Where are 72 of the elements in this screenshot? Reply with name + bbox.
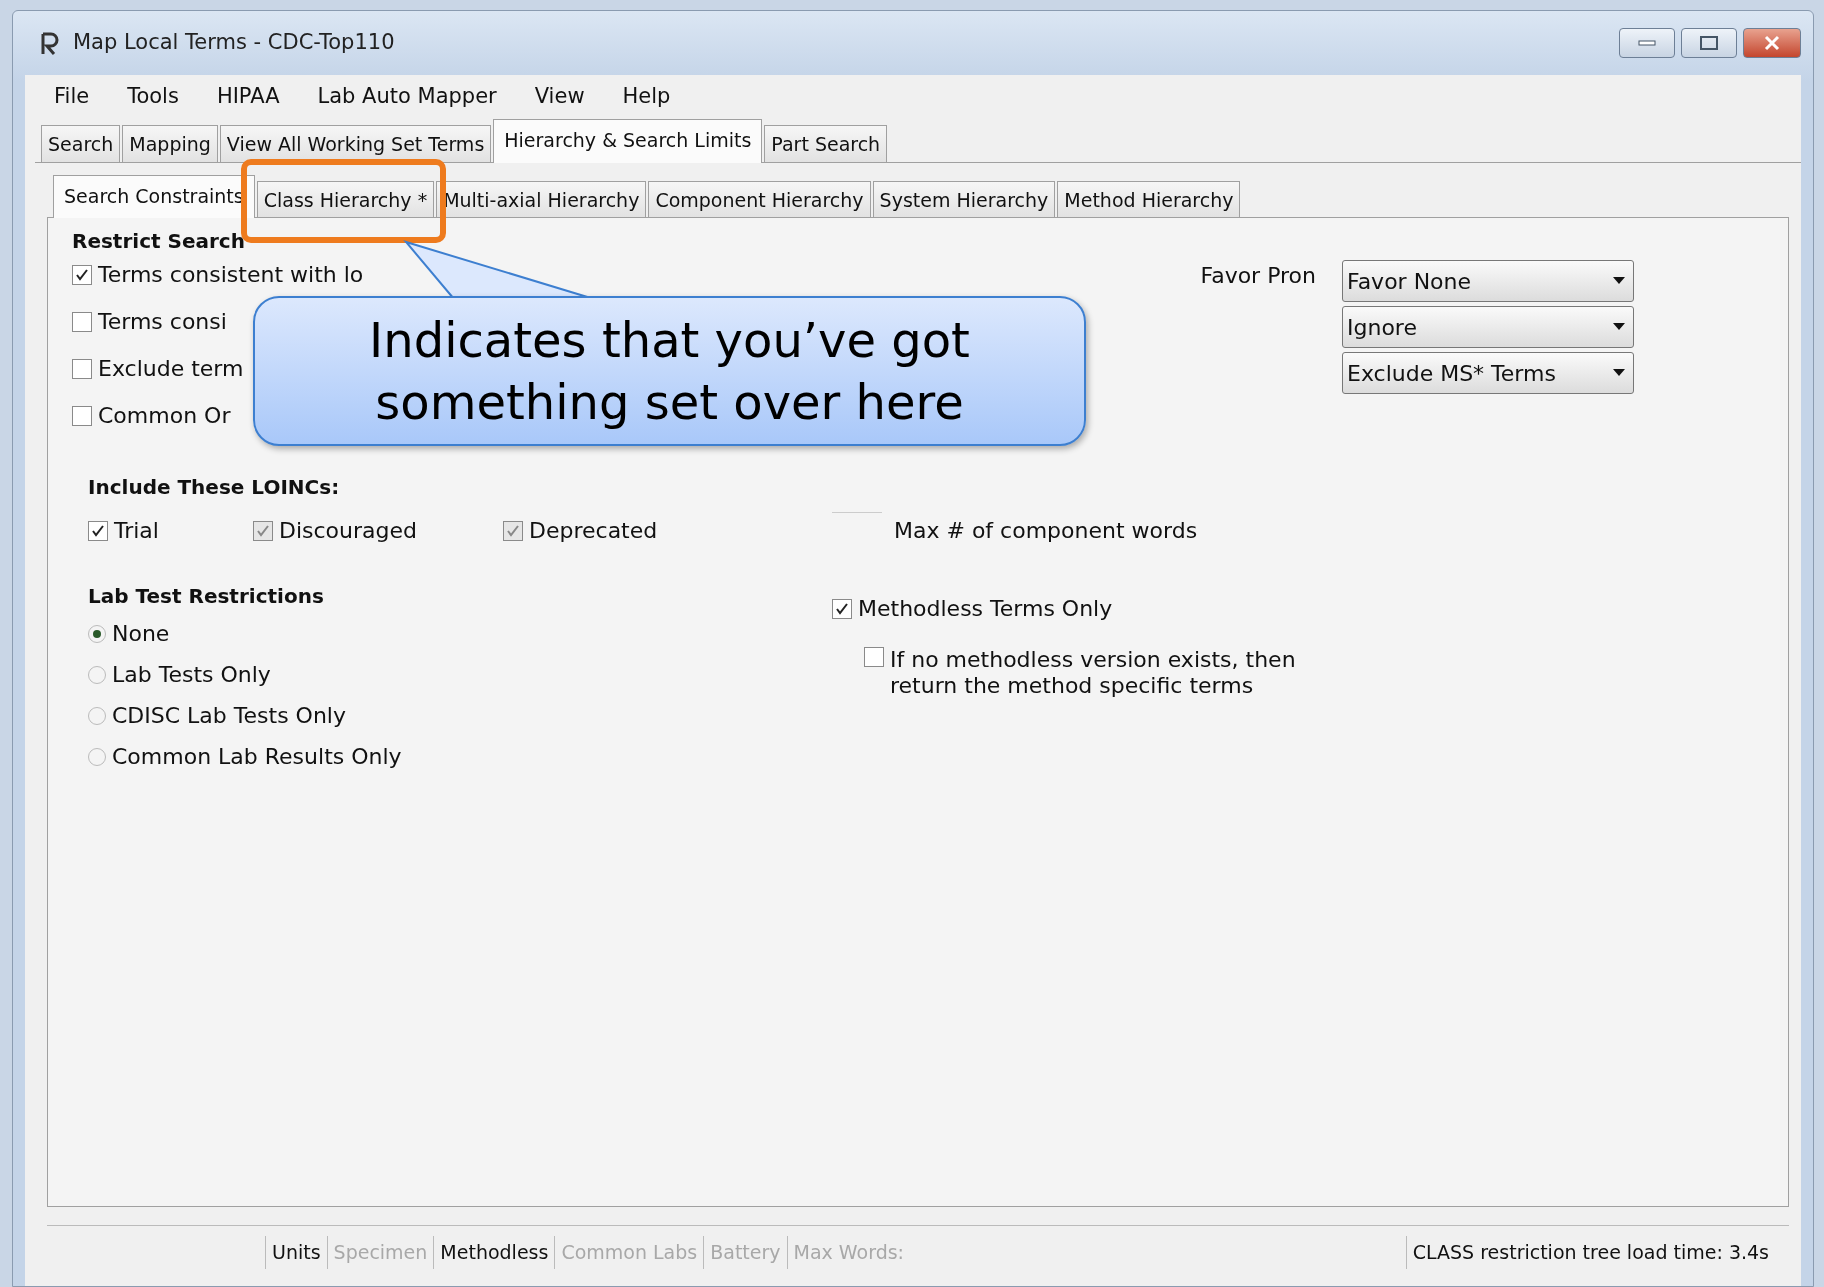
checkbox[interactable] [72, 264, 92, 285]
dropdown-arrow-icon [1613, 277, 1625, 285]
radio-button[interactable] [88, 665, 106, 684]
checkbox[interactable] [88, 520, 108, 541]
radio-label: Common Lab Results Only [112, 743, 402, 771]
tab[interactable]: Class Hierarchy * [256, 180, 435, 217]
status-message: CLASS restriction tree load time: 3.4s [1405, 1236, 1789, 1269]
status-item: Common Labs [554, 1236, 704, 1269]
checkbox-label: Terms consi [98, 308, 227, 336]
minimize-button[interactable] [1619, 28, 1675, 58]
field-label: Favor Pron [1200, 261, 1316, 290]
close-icon [1763, 35, 1781, 51]
checkbox-label: Trial [114, 517, 159, 545]
minimize-icon [1638, 40, 1656, 46]
radio-label: Lab Tests Only [112, 661, 271, 689]
radio-button[interactable] [88, 747, 106, 766]
section-title: Lab Test Restrictions [88, 583, 325, 610]
checkbox[interactable] [72, 311, 92, 332]
checkmark-icon [75, 267, 89, 282]
section-title: Restrict Search [72, 228, 246, 255]
menu-item[interactable]: Lab Auto Mapper [298, 81, 516, 113]
tab[interactable]: Part Search [764, 125, 888, 162]
dropdown-arrow-icon [1613, 323, 1625, 331]
tab[interactable]: Mapping [122, 125, 218, 162]
menu-item[interactable]: Help [603, 81, 690, 113]
radio-button[interactable] [88, 624, 106, 643]
checkbox-label: Terms consistent with lo [98, 261, 364, 289]
tab[interactable]: Component Hierarchy [648, 180, 871, 217]
checkbox[interactable] [72, 405, 92, 426]
checkmark-icon [506, 523, 520, 538]
section-title: Include These LOINCs: [88, 474, 341, 501]
window-title: Map Local Terms - CDC-Top110 [73, 29, 395, 57]
field-label: Max # of component words [894, 516, 1198, 545]
close-button[interactable] [1743, 28, 1801, 58]
menu-item[interactable]: HIPAA [197, 81, 299, 113]
radio-label: CDISC Lab Tests Only [112, 702, 346, 730]
checkmark-icon [256, 523, 270, 538]
tab[interactable]: Method Hierarchy [1057, 180, 1241, 217]
checkmark-icon [835, 601, 849, 616]
tab[interactable]: Hierarchy & Search Limits [493, 119, 763, 163]
checkbox[interactable] [864, 647, 884, 667]
status-item: Units [265, 1236, 327, 1269]
status-item: Max Words: [786, 1236, 910, 1269]
radio-button[interactable] [88, 706, 106, 725]
menu-item[interactable]: Tools [108, 81, 198, 113]
tab[interactable]: System Hierarchy [872, 180, 1056, 217]
checkbox-label: Exclude term [98, 355, 244, 383]
dropdown[interactable]: Exclude MS* Terms [1342, 352, 1634, 394]
checkbox-label: Common Or [98, 402, 231, 430]
checkbox[interactable] [832, 598, 852, 619]
menu-item[interactable]: File [35, 81, 109, 113]
tab[interactable]: View All Working Set Terms [219, 125, 492, 162]
radio-label: None [112, 620, 170, 648]
tab[interactable]: Search Constraints [53, 174, 255, 218]
checkmark-icon [91, 523, 105, 538]
maximize-button[interactable] [1681, 28, 1737, 58]
tab[interactable]: Multi-axial Hierarchy [436, 180, 647, 217]
status-item: Methodless [433, 1236, 555, 1269]
checkbox-label: Discouraged [279, 517, 417, 545]
dropdown-arrow-icon [1613, 369, 1625, 377]
dropdown[interactable]: Ignore [1342, 306, 1634, 348]
callout: Indicates that you’ve got something set over here [253, 296, 1086, 446]
checkbox-label: Deprecated [529, 517, 658, 545]
tab[interactable]: Search [41, 125, 121, 162]
status-item: Specimen [326, 1236, 434, 1269]
checkbox-label: Methodless Terms Only [858, 595, 1113, 623]
checkbox[interactable] [72, 358, 92, 379]
checkbox-label: If no methodless version exists, then return the method specific terms [890, 647, 1297, 700]
status-item: Battery [703, 1236, 787, 1269]
dropdown[interactable]: Favor None [1342, 260, 1634, 302]
maximize-icon [1699, 35, 1719, 51]
menu-item[interactable]: View [515, 81, 604, 113]
